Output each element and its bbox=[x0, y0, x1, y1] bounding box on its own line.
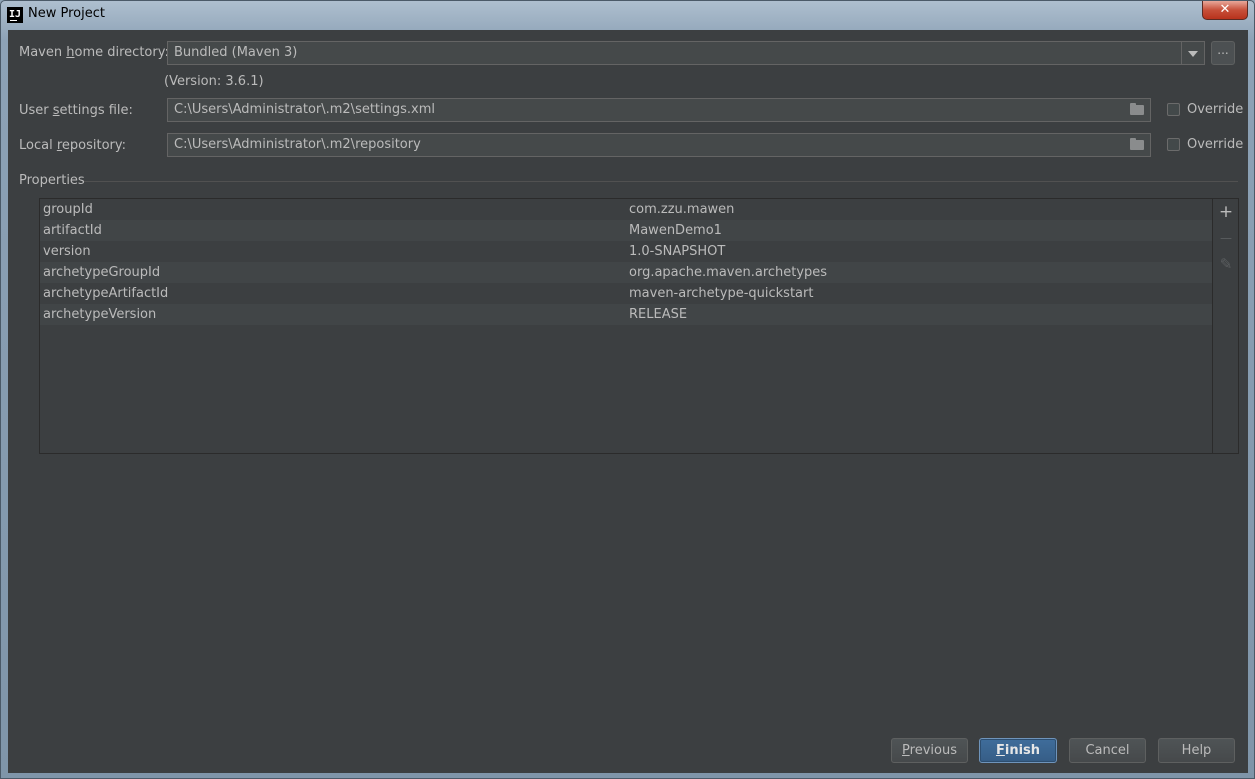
property-key: version bbox=[43, 244, 91, 259]
user-settings-label-part: User bbox=[19, 103, 53, 118]
table-row[interactable]: groupId com.zzu.mawen bbox=[40, 199, 1212, 220]
folder-icon[interactable] bbox=[1130, 138, 1144, 150]
folder-icon[interactable] bbox=[1130, 103, 1144, 115]
remove-property-icon[interactable]: — bbox=[1217, 229, 1235, 247]
cancel-button[interactable]: Cancel bbox=[1069, 738, 1146, 763]
intellij-icon: IJ bbox=[7, 7, 23, 23]
user-settings-value: C:\Users\Administrator\.m2\settings.xml bbox=[174, 102, 436, 117]
property-key: archetypeGroupId bbox=[43, 265, 161, 280]
local-repository-label-part: Local bbox=[19, 138, 57, 153]
settings-override-checkbox[interactable] bbox=[1167, 103, 1180, 116]
help-button[interactable]: Help bbox=[1158, 738, 1235, 763]
property-value: RELEASE bbox=[629, 307, 688, 322]
maven-home-label-part: Maven bbox=[19, 45, 67, 60]
user-settings-label: User settings file: bbox=[19, 103, 133, 118]
property-value: com.zzu.mawen bbox=[629, 202, 735, 217]
title-bar[interactable]: IJ New Project ✕ bbox=[1, 1, 1254, 28]
properties-divider bbox=[84, 181, 1238, 182]
repository-override-checkbox[interactable] bbox=[1167, 138, 1180, 151]
finish-button[interactable]: Finish bbox=[979, 738, 1057, 763]
local-repository-label: Local repository: bbox=[19, 138, 126, 153]
user-settings-label-rest: ettings file: bbox=[59, 103, 133, 118]
properties-table: groupId com.zzu.mawen artifactId MawenDe… bbox=[39, 198, 1239, 454]
dialog-content: Maven home directory: Bundled (Maven 3) … bbox=[8, 30, 1248, 773]
user-settings-label-mnemonic: s bbox=[52, 103, 60, 118]
maven-home-value: Bundled (Maven 3) bbox=[174, 45, 298, 60]
finish-label: inish bbox=[1004, 743, 1041, 758]
table-row[interactable]: artifactId MawenDemo1 bbox=[40, 220, 1212, 241]
property-value: 1.0-SNAPSHOT bbox=[629, 244, 726, 259]
repository-override-label[interactable]: Override bbox=[1187, 137, 1243, 152]
previous-button[interactable]: Previous bbox=[891, 738, 968, 763]
edit-property-icon[interactable]: ✎ bbox=[1217, 255, 1235, 273]
properties-title: Properties bbox=[19, 173, 85, 188]
property-value: MawenDemo1 bbox=[629, 223, 722, 238]
maven-home-combobox[interactable]: Bundled (Maven 3) bbox=[167, 41, 1205, 65]
property-key: archetypeArtifactId bbox=[43, 286, 169, 301]
maven-home-label: Maven home directory: bbox=[19, 45, 169, 60]
local-repository-field[interactable]: C:\Users\Administrator\.m2\repository bbox=[167, 133, 1151, 157]
previous-mnemonic: P bbox=[902, 743, 910, 758]
table-row[interactable]: version 1.0-SNAPSHOT bbox=[40, 241, 1212, 262]
previous-label: revious bbox=[909, 743, 957, 758]
maven-home-label-mnemonic: h bbox=[66, 45, 75, 60]
local-repository-label-rest: epository: bbox=[61, 138, 127, 153]
user-settings-field[interactable]: C:\Users\Administrator\.m2\settings.xml bbox=[167, 98, 1151, 122]
maven-version-text: (Version: 3.6.1) bbox=[164, 74, 264, 89]
maven-home-label-rest: ome directory: bbox=[74, 45, 169, 60]
local-repository-value: C:\Users\Administrator\.m2\repository bbox=[174, 137, 421, 152]
property-value: maven-archetype-quickstart bbox=[629, 286, 814, 301]
properties-table-body: groupId com.zzu.mawen artifactId MawenDe… bbox=[40, 199, 1213, 453]
property-key: archetypeVersion bbox=[43, 307, 157, 322]
property-key: artifactId bbox=[43, 223, 102, 238]
close-button[interactable]: ✕ bbox=[1202, 1, 1248, 20]
finish-mnemonic: F bbox=[995, 743, 1005, 758]
table-row[interactable]: archetypeVersion RELEASE bbox=[40, 304, 1212, 325]
new-project-window: IJ New Project ✕ Maven home directory: B… bbox=[0, 0, 1255, 779]
add-property-icon[interactable]: + bbox=[1217, 203, 1235, 221]
window-title: New Project bbox=[28, 6, 105, 21]
chevron-down-icon bbox=[1188, 51, 1198, 57]
table-row[interactable]: archetypeArtifactId maven-archetype-quic… bbox=[40, 283, 1212, 304]
property-key: groupId bbox=[43, 202, 93, 217]
settings-override-label[interactable]: Override bbox=[1187, 102, 1243, 117]
dropdown-button[interactable] bbox=[1181, 42, 1204, 64]
table-row[interactable]: archetypeGroupId org.apache.maven.archet… bbox=[40, 262, 1212, 283]
property-value: org.apache.maven.archetypes bbox=[629, 265, 828, 280]
browse-maven-home-button[interactable]: ... bbox=[1211, 41, 1235, 65]
